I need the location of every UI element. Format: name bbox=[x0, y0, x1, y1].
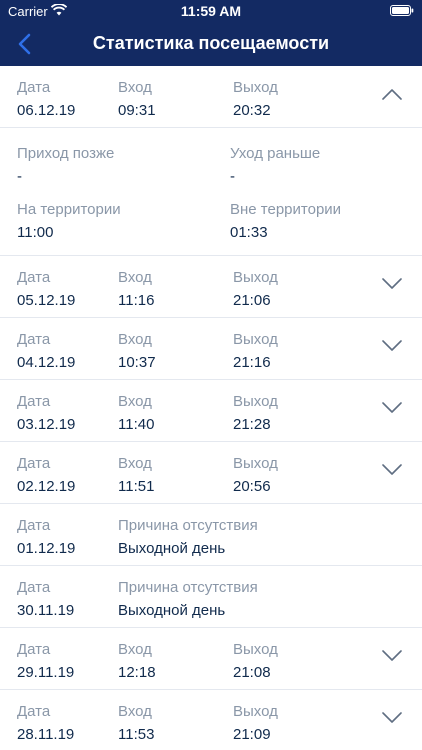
date-value: 03.12.19 bbox=[17, 416, 76, 433]
page-title: Статистика посещаемости bbox=[92, 33, 330, 53]
date-label: Дата bbox=[17, 703, 51, 720]
out-label: Выход bbox=[233, 703, 278, 720]
attendance-list: Дата 06.12.19 Вход 09:31 Выход 20:32 Приход… bbox=[0, 66, 422, 750]
in-value: 11:53 bbox=[118, 726, 155, 743]
in-label: Вход bbox=[118, 269, 152, 286]
battery-icon bbox=[390, 5, 414, 16]
date-value: 30.11.19 bbox=[17, 602, 75, 619]
date-value: 28.11.19 bbox=[17, 726, 75, 743]
chevron-down-icon[interactable] bbox=[382, 650, 402, 662]
chevron-down-icon[interactable] bbox=[382, 464, 402, 476]
date-label: Дата bbox=[17, 331, 51, 348]
date-value: 29.11.19 bbox=[17, 664, 75, 681]
out-value: 21:28 bbox=[233, 416, 271, 433]
early-label: Уход раньше bbox=[230, 145, 321, 162]
in-label: Вход bbox=[118, 393, 152, 410]
out-label: Выход bbox=[233, 641, 278, 658]
date-value: 01.12.19 bbox=[17, 540, 76, 557]
absence-reason-value: Выходной день bbox=[118, 602, 226, 619]
attendance-row-absence: Дата 30.11.19 Причина отсутствия Выходной … bbox=[0, 566, 422, 628]
chevron-down-icon[interactable] bbox=[382, 278, 402, 290]
date-label: Дата bbox=[17, 393, 51, 410]
date-value: 05.12.19 bbox=[17, 292, 76, 309]
out-label: Выход bbox=[233, 455, 278, 472]
late-label: Приход позже bbox=[17, 145, 115, 162]
chevron-up-icon[interactable] bbox=[382, 88, 402, 100]
out-label: Выход bbox=[233, 79, 278, 96]
out-value: 20:32 bbox=[233, 102, 271, 119]
in-label: Вход bbox=[118, 641, 152, 658]
date-label: Дата bbox=[17, 641, 51, 658]
on-territory-value: 11:00 bbox=[17, 224, 54, 241]
in-value: 10:37 bbox=[118, 354, 156, 371]
in-value: 11:16 bbox=[118, 292, 155, 309]
out-value: 21:09 bbox=[233, 726, 271, 743]
in-value: 11:40 bbox=[118, 416, 155, 433]
out-value: 20:56 bbox=[233, 478, 271, 495]
app-header: Carrier 11:59 AM Статистика посещаемости bbox=[0, 0, 422, 66]
in-label: Вход bbox=[118, 455, 152, 472]
date-value: 02.12.19 bbox=[17, 478, 76, 495]
date-label: Дата bbox=[17, 455, 51, 472]
date-value: 04.12.19 bbox=[17, 354, 76, 371]
date-label: Дата bbox=[17, 79, 51, 96]
date-label: Дата bbox=[17, 579, 51, 596]
attendance-row[interactable]: Дата 04.12.19 Вход 10:37 Выход 21:16 bbox=[0, 318, 422, 380]
chevron-down-icon[interactable] bbox=[382, 340, 402, 352]
attendance-row-absence: Дата 01.12.19 Причина отсутствия Выходной … bbox=[0, 504, 422, 566]
attendance-row[interactable]: Дата 05.12.19 Вход 11:16 Выход 21:06 bbox=[0, 256, 422, 318]
in-label: Вход bbox=[118, 331, 152, 348]
absence-reason-value: Выходной день bbox=[118, 540, 226, 557]
out-value: 21:06 bbox=[233, 292, 271, 309]
absence-reason-label: Причина отсутствия bbox=[118, 517, 258, 534]
attendance-row[interactable]: Дата 06.12.19 Вход 09:31 Выход 20:32 bbox=[0, 66, 422, 128]
attendance-row[interactable]: Дата 29.11.19 Вход 12:18 Выход 21:08 bbox=[0, 628, 422, 690]
early-value: - bbox=[230, 168, 235, 185]
status-time: 11:59 AM bbox=[180, 3, 242, 19]
off-territory-value: 01:33 bbox=[230, 224, 268, 241]
navigation-bar: Статистика посещаемости bbox=[0, 22, 422, 66]
date-value: 06.12.19 bbox=[17, 102, 76, 119]
out-value: 21:16 bbox=[233, 354, 271, 371]
out-label: Выход bbox=[233, 393, 278, 410]
in-value: 11:51 bbox=[118, 478, 155, 495]
chevron-down-icon[interactable] bbox=[382, 712, 402, 724]
on-territory-label: На территории bbox=[17, 201, 121, 218]
date-label: Дата bbox=[17, 517, 51, 534]
absence-reason-label: Причина отсутствия bbox=[118, 579, 258, 596]
attendance-row[interactable]: Дата 03.12.19 Вход 11:40 Выход 21:28 bbox=[0, 380, 422, 442]
late-value: - bbox=[17, 168, 22, 185]
in-value: 12:18 bbox=[118, 664, 156, 681]
date-label: Дата bbox=[17, 269, 51, 286]
out-label: Выход bbox=[233, 331, 278, 348]
in-label: Вход bbox=[118, 703, 152, 720]
attendance-row[interactable]: Дата 02.12.19 Вход 11:51 Выход 20:56 bbox=[0, 442, 422, 504]
out-label: Выход bbox=[233, 269, 278, 286]
in-label: Вход bbox=[118, 79, 152, 96]
attendance-details: Приход позже - Уход раньше - На территории… bbox=[0, 128, 422, 256]
status-bar: Carrier 11:59 AM bbox=[0, 0, 422, 22]
off-territory-label: Вне территории bbox=[230, 201, 342, 218]
attendance-row[interactable]: Дата 28.11.19 Вход 11:53 Выход 21:09 bbox=[0, 690, 422, 750]
in-value: 09:31 bbox=[118, 102, 156, 119]
out-value: 21:08 bbox=[233, 664, 271, 681]
chevron-down-icon[interactable] bbox=[382, 402, 402, 414]
